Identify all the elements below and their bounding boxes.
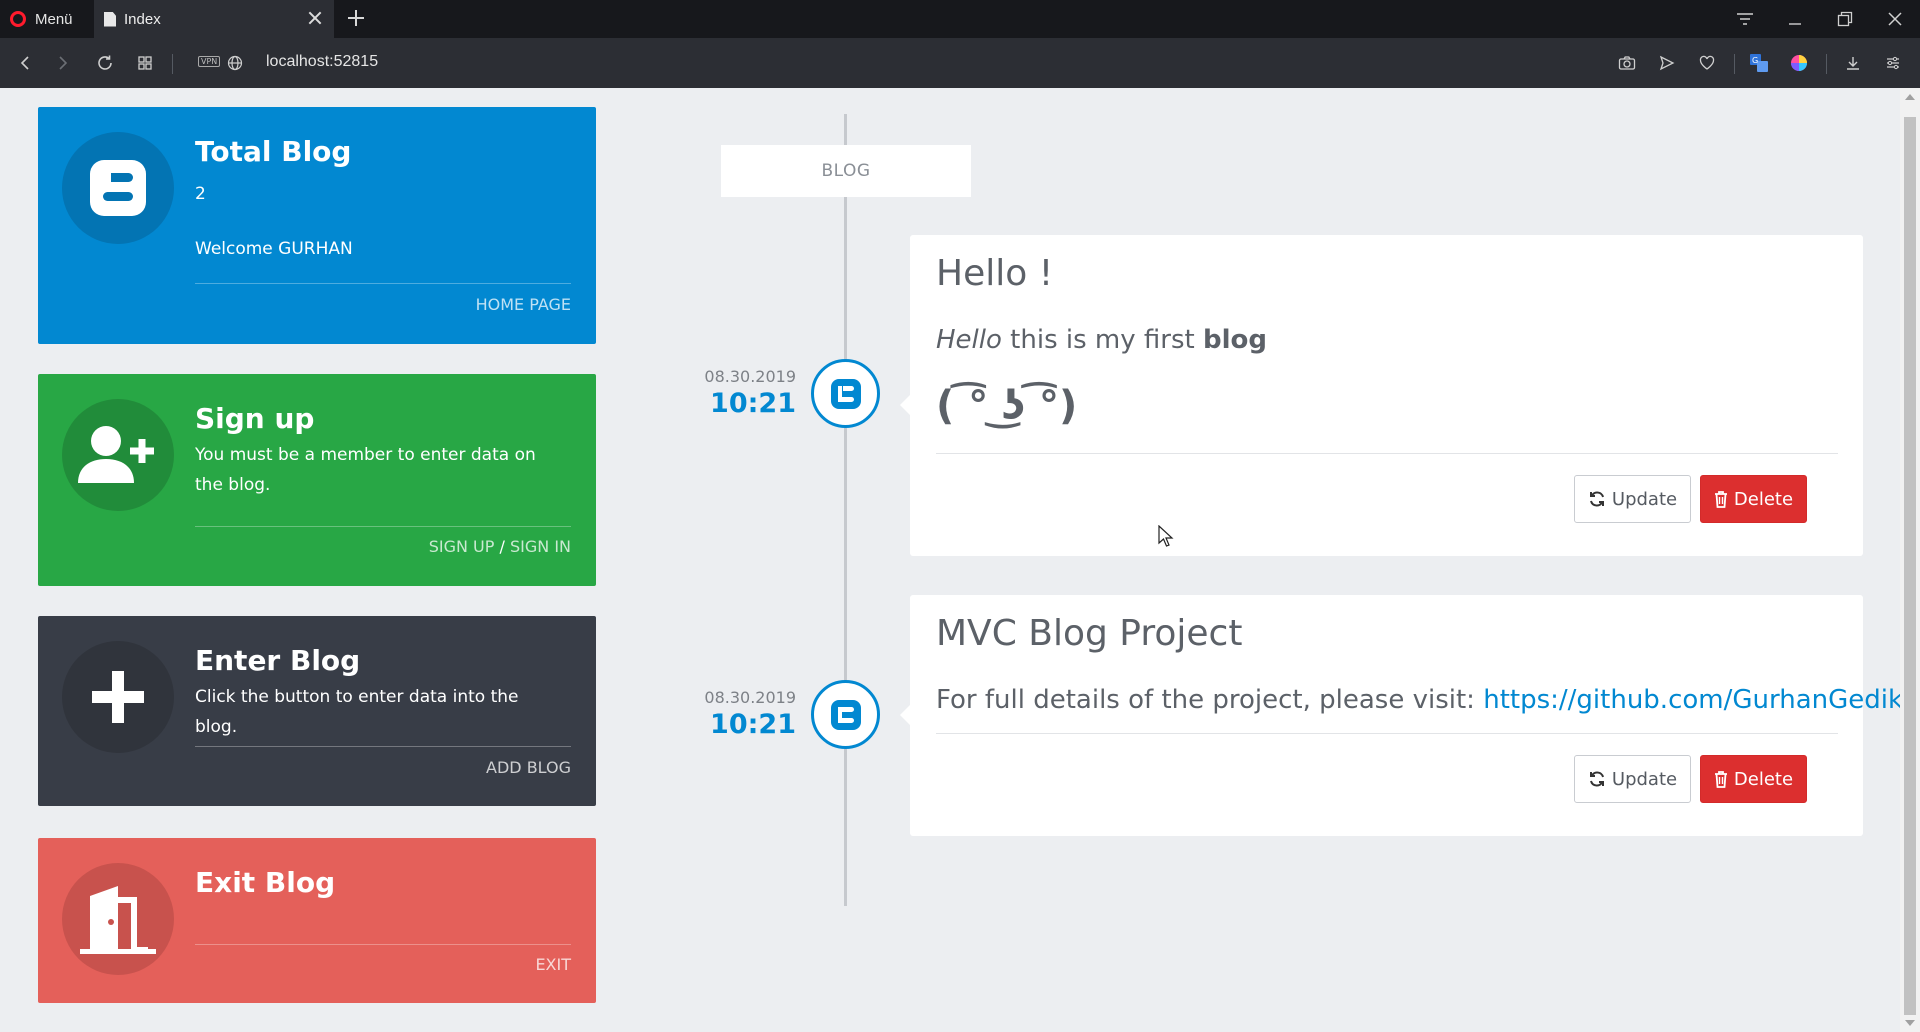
post-title: Hello !: [936, 253, 1054, 294]
divider: [936, 733, 1838, 734]
total-blog-card: Total Blog 2 Welcome GURHAN HOME PAGE: [38, 107, 596, 344]
divider: [195, 526, 571, 527]
page-scrollbar[interactable]: [1900, 88, 1920, 1032]
post-date: 08.30.2019: [704, 688, 796, 707]
trash-icon: [1714, 491, 1727, 508]
scroll-down-icon[interactable]: [1905, 1020, 1915, 1026]
exit-blog-title: Exit Blog: [195, 866, 336, 899]
page-icon: [104, 11, 116, 27]
divider: [195, 746, 571, 747]
sign-up-link[interactable]: SIGN UP: [429, 537, 495, 556]
tab-menu-icon[interactable]: [1720, 0, 1770, 38]
tab-title: Index: [124, 10, 161, 28]
easy-setup-icon[interactable]: [1880, 50, 1906, 76]
blogger-icon: [811, 680, 880, 749]
send-icon[interactable]: [1654, 50, 1680, 76]
close-tab-icon[interactable]: [306, 9, 324, 27]
refresh-icon: [1589, 491, 1604, 507]
post-body: For full details of the project, please …: [936, 685, 1903, 715]
blogger-icon: [811, 359, 880, 428]
delete-button[interactable]: Delete: [1700, 755, 1807, 803]
delete-button[interactable]: Delete: [1700, 475, 1807, 523]
speed-dial-icon[interactable]: [132, 50, 158, 76]
post-body-bold: blog: [1202, 325, 1267, 355]
post-body-text: this is my first: [1001, 325, 1203, 355]
sign-up-footer: SIGN UP / SIGN IN: [429, 537, 571, 556]
blogger-icon: [62, 132, 174, 244]
scrollbar-thumb[interactable]: [1904, 117, 1916, 1015]
address-bar: VPN localhost:52815 G: [0, 38, 1920, 88]
delete-label: Delete: [1733, 488, 1794, 510]
sign-up-title: Sign up: [195, 402, 315, 435]
link-separator: /: [499, 537, 505, 556]
exit-blog-card: Exit Blog EXIT: [38, 838, 596, 1003]
welcome-text: Welcome GURHAN: [195, 239, 353, 259]
update-button[interactable]: Update: [1574, 475, 1691, 523]
delete-label: Delete: [1733, 768, 1794, 790]
home-page-link[interactable]: HOME PAGE: [476, 295, 571, 314]
add-user-icon: [62, 399, 174, 511]
color-wheel-icon[interactable]: [1786, 50, 1812, 76]
new-tab-icon[interactable]: [346, 8, 366, 28]
post-time: 10:21: [710, 709, 796, 740]
github-link[interactable]: https://github.com/GurhanGedik: [1483, 685, 1903, 715]
camera-icon[interactable]: [1614, 50, 1640, 76]
svg-text:G: G: [1752, 56, 1758, 65]
blog-post: Hello ! Hello this is my first blog ( ͡°…: [900, 235, 1863, 556]
refresh-icon: [1589, 771, 1604, 787]
reload-icon[interactable]: [92, 50, 118, 76]
download-icon[interactable]: [1840, 50, 1866, 76]
minimize-icon[interactable]: [1770, 0, 1820, 38]
close-window-icon[interactable]: [1870, 0, 1920, 38]
sign-up-card: Sign up You must be a member to enter da…: [38, 374, 596, 586]
update-label: Update: [1611, 488, 1678, 510]
update-label: Update: [1611, 768, 1678, 790]
post-time: 10:21: [710, 388, 796, 419]
separator: [172, 54, 173, 74]
add-blog-link[interactable]: ADD BLOG: [486, 758, 571, 777]
update-button[interactable]: Update: [1574, 755, 1691, 803]
enter-blog-text: Click the button to enter data into the …: [195, 687, 519, 737]
forward-icon[interactable]: [50, 50, 76, 76]
post-emoticon: ( ͡° ͜ʖ ͡°): [936, 383, 1078, 429]
blog-post: MVC Blog Project For full details of the…: [900, 595, 1903, 836]
back-icon[interactable]: [12, 50, 38, 76]
restore-icon[interactable]: [1820, 0, 1870, 38]
post-date: 08.30.2019: [704, 367, 796, 386]
browser-tab-active[interactable]: Index: [94, 0, 334, 38]
exit-link[interactable]: EXIT: [535, 955, 571, 974]
enter-blog-title: Enter Blog: [195, 644, 361, 677]
divider: [936, 453, 1838, 454]
globe-icon[interactable]: [222, 50, 248, 76]
separator: [1826, 54, 1827, 74]
enter-blog-card: Enter Blog Click the button to enter dat…: [38, 616, 596, 806]
mouse-cursor-icon: [1158, 525, 1174, 547]
post-body-text: For full details of the project, please …: [936, 685, 1484, 715]
opera-logo-icon: [10, 11, 26, 27]
browser-menu-label: Menü: [35, 10, 73, 28]
divider: [195, 944, 571, 945]
browser-tab-bar: Menü Index: [0, 0, 1920, 38]
sign-up-text: You must be a member to enter data on th…: [195, 445, 536, 495]
vpn-badge[interactable]: VPN: [198, 56, 221, 67]
plus-icon: [62, 641, 174, 753]
door-exit-icon: [62, 863, 174, 975]
scroll-up-icon[interactable]: [1905, 94, 1915, 100]
sign-in-link[interactable]: SIGN IN: [510, 537, 571, 556]
trash-icon: [1714, 771, 1727, 788]
post-body: Hello this is my first blog: [936, 325, 1267, 355]
post-title: MVC Blog Project: [936, 613, 1243, 654]
timeline-header: BLOG: [721, 145, 971, 197]
timeline-line: [844, 114, 847, 906]
heart-icon[interactable]: [1694, 50, 1720, 76]
total-blog-title: Total Blog: [195, 135, 352, 168]
divider: [195, 283, 571, 284]
separator: [1734, 54, 1735, 74]
url-field[interactable]: localhost:52815: [266, 53, 378, 71]
total-blog-count: 2: [195, 184, 206, 204]
post-body-italic: Hello: [936, 325, 1002, 355]
translate-icon[interactable]: G: [1746, 50, 1772, 76]
browser-menu-button[interactable]: Menü: [10, 0, 73, 38]
